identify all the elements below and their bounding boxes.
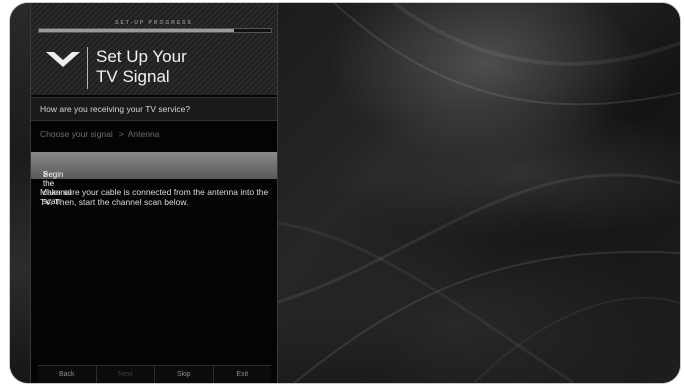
skip-button[interactable]: Skip [155,366,214,383]
background-art-left [10,3,32,383]
setup-progress-bar [38,28,272,33]
breadcrumb-step: Choose your signal [40,129,113,139]
back-button[interactable]: Back [38,366,97,383]
setup-progress-fill [39,29,234,32]
breadcrumb: Choose your signal > Antenna [40,129,159,139]
title-line-2: TV Signal [96,67,170,86]
question-text: How are you receiving your TV service? [40,104,191,114]
bottom-navigation: Back Next Skip Exit [38,365,271,383]
vizio-v-logo-icon [46,52,80,67]
exit-button[interactable]: Exit [214,366,272,383]
begin-channel-scan-button[interactable]: > Begin the channel scan [31,152,277,206]
progress-label: SET-UP PROGRESS [115,20,193,26]
title-line-1: Set Up Your [96,47,187,66]
breadcrumb-separator: > [118,129,124,139]
instructions-text: Make sure your cable is connected from t… [40,187,269,207]
tv-screen: SET-UP PROGRESS Set Up Your TV Signal Ho… [10,3,680,383]
background-art [274,3,680,383]
setup-panel: SET-UP PROGRESS Set Up Your TV Signal Ho… [30,3,278,383]
breadcrumb-selection: Antenna [127,129,160,139]
question-bar: How are you receiving your TV service? [31,97,277,121]
page-title: Set Up Your TV Signal [96,47,187,87]
next-button[interactable]: Next [97,366,155,383]
panel-header: SET-UP PROGRESS Set Up Your TV Signal [31,3,277,95]
title-divider [87,47,88,89]
